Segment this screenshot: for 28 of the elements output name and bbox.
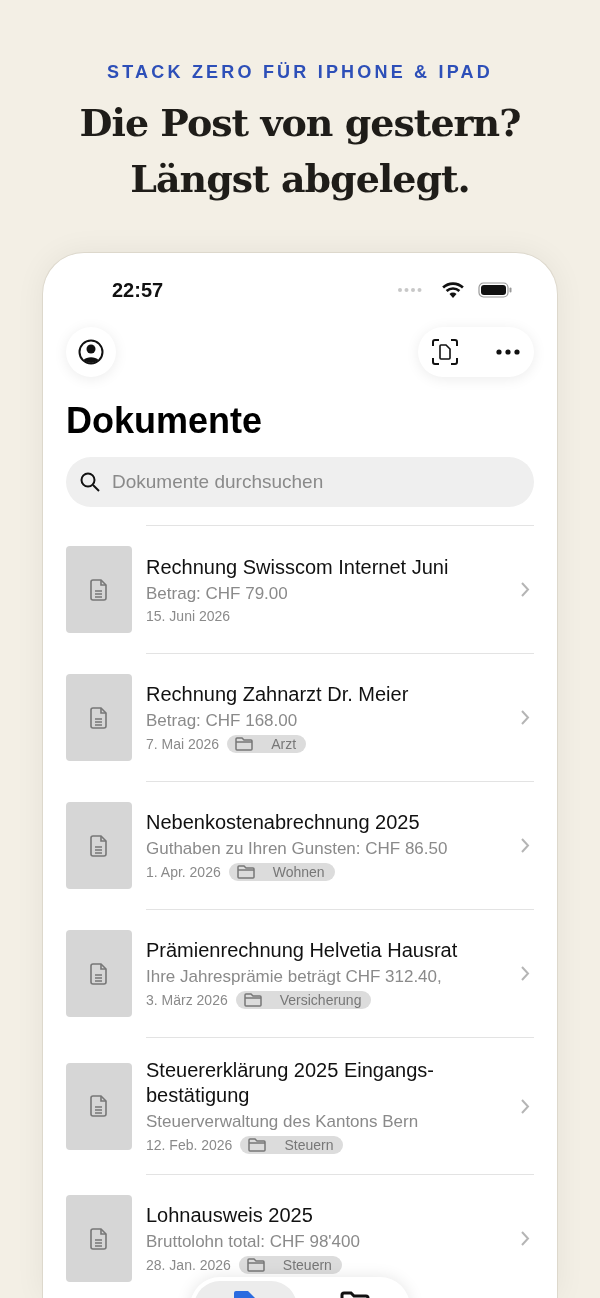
document-summary: Ihre Jahresprämie beträgt CHF 312.40, [146, 966, 443, 988]
folder-tag: Versicherung [235, 991, 372, 1009]
document-title: Rechnung Swisscom Internet Juni [146, 555, 450, 580]
document-title: Steuererklärung 2025 Eingangs-bestätigung [146, 1058, 435, 1108]
folder-tag: Wohnen [228, 863, 335, 881]
folder-tag: Steuern [238, 1256, 342, 1274]
document-date: 1. Apr. 2026 [146, 864, 221, 880]
folder-tag: Arzt [227, 735, 307, 753]
document-title: Nebenkostenabrechnung 2025 [146, 810, 421, 835]
status-time: 22:57 [112, 278, 165, 302]
document-date: 15. Juni 2026 [146, 608, 231, 624]
screen-title: Dokumente [66, 399, 264, 443]
document-summary: Betrag: CHF 79.00 [146, 583, 289, 605]
folder-tag: Steuern [240, 1136, 344, 1154]
document-title: Prämienrechnung Helvetia Hausrat [146, 938, 459, 963]
document-title: Lohnausweis 2025 [146, 1203, 314, 1228]
document-date: 3. März 2026 [146, 992, 228, 1008]
document-date: 28. Jan. 2026 [146, 1257, 231, 1273]
headline: Die Post von gestern? Längst abgelegt. [79, 99, 521, 203]
document-summary: Steuerverwaltung des Kantons Bern [146, 1111, 420, 1133]
document-date: 12. Feb. 2026 [146, 1137, 233, 1153]
document-date: 7. Mai 2026 [146, 736, 220, 752]
document-title: Rechnung Zahnarzt Dr. Meier [146, 682, 410, 707]
tagline: STACK ZERO FÜR IPHONE & IPAD [107, 62, 493, 83]
search-field[interactable]: Dokumente durchsuchen [66, 457, 534, 507]
document-summary: Guthaben zu Ihren Gunsten: CHF 86.50 [146, 838, 449, 860]
document-summary: Betrag: CHF 168.00 [146, 710, 299, 732]
document-summary: Bruttolohn total: CHF 98'400 [146, 1231, 361, 1253]
